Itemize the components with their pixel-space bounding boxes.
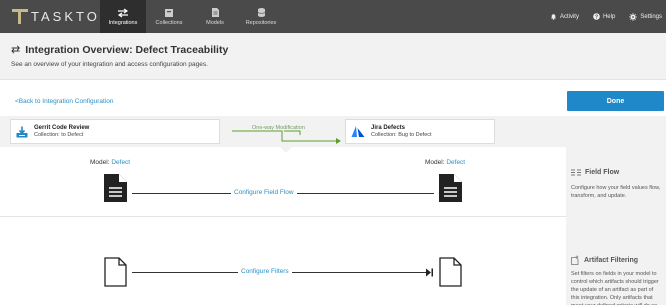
back-link[interactable]: <Back to Integration Configuration bbox=[15, 98, 113, 105]
activity-label: Activity bbox=[559, 13, 579, 20]
right-model-document-icon bbox=[439, 174, 462, 202]
models-icon bbox=[211, 7, 220, 18]
help-link[interactable]: ? Help bbox=[593, 13, 615, 20]
source-collection: Collection: to Defect bbox=[34, 131, 84, 138]
field-flow-heading: Field Flow bbox=[571, 169, 619, 176]
integration-arrows-icon: ⇄ bbox=[11, 44, 21, 56]
right-model-label: Model: Defect bbox=[425, 159, 466, 166]
settings-label: Settings bbox=[640, 13, 662, 20]
nav-item-label: Models bbox=[206, 20, 224, 26]
activity-link[interactable]: Activity bbox=[550, 13, 579, 20]
repositories-icon bbox=[257, 7, 266, 18]
left-model-document-icon bbox=[104, 174, 127, 202]
strip-pointer bbox=[279, 146, 293, 153]
section-divider bbox=[0, 216, 566, 217]
nav-item-repositories[interactable]: Repositories bbox=[238, 0, 284, 33]
right-model-link[interactable]: Defect bbox=[446, 159, 465, 166]
help-icon: ? bbox=[593, 13, 600, 20]
field-flow-icon bbox=[571, 169, 581, 176]
page-header: ⇄ Integration Overview: Defect Traceabil… bbox=[0, 33, 666, 80]
field-flow-title: Field Flow bbox=[585, 169, 620, 176]
source-title: Gerrit Code Review bbox=[34, 124, 90, 131]
tasktop-logo[interactable]: TASKTOP bbox=[12, 7, 111, 25]
artifact-filtering-heading: Artifact Filtering bbox=[571, 255, 638, 265]
nav-right: Activity ? Help Settings bbox=[536, 0, 662, 33]
settings-link[interactable]: Settings bbox=[629, 12, 662, 21]
artifact-filtering-title: Artifact Filtering bbox=[584, 256, 639, 264]
nav-item-label: Collections bbox=[155, 20, 183, 26]
page-subtitle: See an overview of your integration and … bbox=[11, 61, 208, 68]
left-filter-document-icon bbox=[104, 257, 127, 287]
nav-items: Integrations Collections Models Reposito… bbox=[100, 0, 284, 33]
one-way-flow-arrow bbox=[232, 130, 341, 144]
help-label: Help bbox=[602, 13, 616, 20]
gerrit-download-icon bbox=[16, 126, 28, 138]
left-model-label: Model: Defect bbox=[90, 159, 131, 166]
page-title: ⇄ Integration Overview: Defect Traceabil… bbox=[11, 43, 229, 57]
target-collection: Collection: Bug to Defect bbox=[371, 131, 432, 138]
configure-field-flow-link[interactable]: Configure Field Flow bbox=[231, 189, 297, 196]
integrations-icon bbox=[117, 7, 129, 18]
bell-icon bbox=[550, 14, 556, 20]
filter-document-icon bbox=[571, 255, 579, 265]
right-filter-document-icon bbox=[439, 257, 462, 287]
jira-icon bbox=[351, 125, 365, 138]
logo-mark-icon bbox=[12, 7, 28, 25]
left-model-link[interactable]: Defect bbox=[111, 159, 130, 166]
nav-item-collections[interactable]: Collections bbox=[146, 0, 192, 33]
field-flow-description: Configure how your field values flow, tr… bbox=[571, 185, 661, 199]
back-link-label: Back to Integration Configuration bbox=[18, 98, 114, 105]
target-repository-card[interactable]: Jira Defects Collection: Bug to Defect bbox=[345, 119, 495, 144]
source-repository-card[interactable]: Gerrit Code Review Collection: to Defect bbox=[10, 119, 220, 144]
nav-item-label: Integrations bbox=[108, 20, 138, 26]
filter-arrow-icon bbox=[426, 268, 433, 277]
collections-icon bbox=[164, 7, 174, 18]
gear-icon bbox=[629, 12, 638, 21]
help-sidebar: Field Flow Configure how your field valu… bbox=[566, 116, 666, 305]
nav-item-label: Repositories bbox=[245, 20, 277, 26]
page-title-text: Integration Overview: Defect Traceabilit… bbox=[25, 43, 229, 56]
top-nav: TASKTOP Integrations Collections Models … bbox=[0, 0, 666, 33]
nav-item-integrations[interactable]: Integrations bbox=[100, 0, 146, 33]
svg-text:?: ? bbox=[595, 14, 598, 20]
target-title: Jira Defects bbox=[371, 124, 406, 131]
artifact-filtering-description: Set filters on fields in your model to c… bbox=[571, 271, 659, 305]
nav-item-models[interactable]: Models bbox=[192, 0, 238, 33]
done-button[interactable]: Done bbox=[567, 91, 664, 111]
configure-filters-link[interactable]: Configure Filters bbox=[238, 268, 292, 275]
